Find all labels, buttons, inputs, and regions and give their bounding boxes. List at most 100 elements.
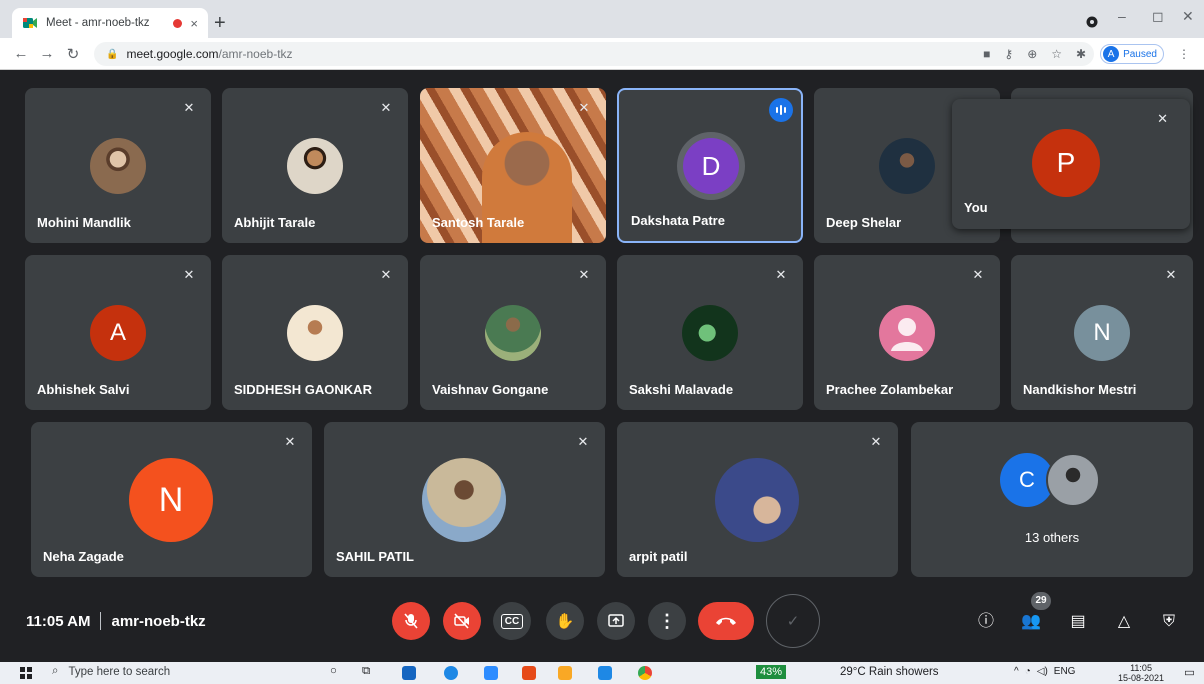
participant-name: Dakshata Patre	[631, 213, 725, 228]
avatar	[879, 305, 935, 361]
participant-tile[interactable]: ✕ Prachee Zolambekar	[814, 255, 1000, 410]
captions-icon: CC	[500, 613, 524, 629]
participant-name: Vaishnav Gongane	[432, 382, 549, 397]
avatar	[287, 138, 343, 194]
meeting-control-bar: 11:05 AM amr-noeb-tkz CC ✋ ⋮ ✓ ⓘ 👥 ▤ △ ⛨	[0, 590, 1204, 652]
bookmark-star-icon[interactable]: ☆	[1051, 47, 1062, 61]
zoom-icon[interactable]: ⊕	[1027, 47, 1037, 61]
notifications-icon[interactable]: ▭	[1184, 665, 1195, 679]
taskbar-clock[interactable]: 11:05 15-08-2021	[1118, 663, 1164, 683]
participant-tile[interactable]: ✕ arpit patil	[617, 422, 898, 577]
participant-name: SAHIL PATIL	[336, 549, 414, 564]
avatar	[287, 305, 343, 361]
speaking-indicator-icon	[769, 98, 793, 122]
chat-icon[interactable]: ▤	[1066, 610, 1090, 634]
reload-icon[interactable]: ↻	[60, 45, 86, 63]
volume-icon[interactable]: ◁)	[1037, 666, 1048, 677]
participant-tile[interactable]: N ✕ Neha Zagade	[31, 422, 312, 577]
participant-video-tile[interactable]: ✕ Santosh Tarale	[420, 88, 606, 243]
recording-dot-icon	[173, 18, 183, 28]
edge-app-icon[interactable]	[444, 666, 458, 680]
people-icon[interactable]: 👥	[1019, 610, 1043, 634]
participant-name: Sakshi Malavade	[629, 382, 734, 397]
avatar	[1046, 453, 1100, 507]
mic-toggle-button[interactable]	[392, 602, 430, 640]
camera-indicator-icon[interactable]: ■	[983, 47, 990, 61]
key-icon[interactable]: ⚷	[1004, 47, 1013, 61]
activities-icon[interactable]: △	[1112, 610, 1136, 634]
file-explorer-icon[interactable]	[558, 666, 572, 680]
participant-tile[interactable]: ✕ Abhijit Tarale	[222, 88, 408, 243]
avatar	[90, 138, 146, 194]
url-path: /amr-noeb-tkz	[218, 47, 293, 61]
menu-kebab-icon[interactable]: ⋮	[1178, 47, 1190, 61]
forward-icon[interactable]: →	[34, 45, 60, 62]
mic-off-icon	[404, 613, 418, 629]
browser-tab-strip: Meet - amr-noeb-tkz × + – ◻ ✕	[0, 0, 1204, 38]
system-tray[interactable]: ^ ◔ ◁) ENG	[1014, 666, 1075, 677]
cortana-icon[interactable]: ○	[330, 665, 337, 677]
minimize-button[interactable]: –	[1118, 8, 1126, 24]
address-bar[interactable]: 🔒 meet.google.com/amr-noeb-tkz	[94, 42, 1094, 66]
meet-favicon-icon	[23, 18, 37, 28]
clock-time: 11:05	[1130, 663, 1152, 673]
search-placeholder: Type here to search	[68, 665, 171, 678]
tab-close-button[interactable]: ×	[190, 16, 198, 31]
meeting-details-icon[interactable]: ⓘ	[974, 610, 998, 634]
profile-button[interactable]: A Paused	[1100, 44, 1164, 64]
mic-off-icon: ✕	[1157, 111, 1168, 126]
participant-tile[interactable]: ✕ Sakshi Malavade	[617, 255, 803, 410]
leave-call-button[interactable]	[698, 602, 754, 640]
participant-tile[interactable]: ✕ Vaishnav Gongane	[420, 255, 606, 410]
participant-name: Nandkishor Mestri	[1023, 382, 1137, 397]
mic-off-icon: ✕	[870, 434, 882, 449]
close-window-button[interactable]: ✕	[1182, 8, 1194, 25]
weather-widget[interactable]: 29°C Rain showers	[840, 666, 939, 678]
profile-avatar: A	[1103, 46, 1120, 62]
browser-tab[interactable]: Meet - amr-noeb-tkz ×	[12, 8, 208, 38]
phone-hangup-icon	[716, 617, 736, 625]
chrome-app-icon[interactable]	[638, 666, 652, 680]
new-tab-button[interactable]: +	[214, 12, 226, 35]
mic-off-icon: ✕	[578, 267, 590, 282]
extensions-icon[interactable]: ✱	[1076, 47, 1086, 61]
store-app-icon[interactable]	[598, 666, 612, 680]
participant-name: arpit patil	[629, 549, 688, 564]
office-app-icon[interactable]	[522, 666, 536, 680]
back-icon[interactable]: ←	[8, 45, 34, 62]
activity-button[interactable]: ✓	[766, 594, 820, 648]
language-indicator[interactable]: ENG	[1054, 666, 1076, 677]
maximize-button[interactable]: ◻	[1152, 8, 1164, 25]
network-icon[interactable]: ◔	[1025, 666, 1031, 677]
more-options-button[interactable]: ⋮	[648, 602, 686, 640]
host-controls-icon[interactable]: ⛨	[1157, 610, 1181, 634]
mail-app-icon[interactable]	[402, 666, 416, 680]
participant-tile[interactable]: ✕ SAHIL PATIL	[324, 422, 605, 577]
chrome-profile-icon[interactable]	[1086, 16, 1098, 28]
url-host: meet.google.com	[126, 47, 219, 61]
meeting-time: 11:05 AM	[26, 612, 91, 630]
participant-tile[interactable]: A ✕ Abhishek Salvi	[25, 255, 211, 410]
present-screen-button[interactable]	[597, 602, 635, 640]
zoom-app-icon[interactable]	[484, 666, 498, 680]
windows-taskbar: ⌕ Type here to search ○ ⧉ 43% 29°C Rain …	[0, 662, 1204, 684]
mic-off-icon: ✕	[578, 100, 590, 115]
chevron-up-icon[interactable]: ^	[1014, 666, 1019, 677]
participant-tile[interactable]: ✕ SIDDHESH GAONKAR	[222, 255, 408, 410]
participant-tile[interactable]: ✕ Mohini Mandlik	[25, 88, 211, 243]
battery-indicator[interactable]: 43%	[756, 665, 787, 679]
others-avatar-group: C	[1000, 453, 1100, 507]
mic-off-icon: ✕	[284, 434, 296, 449]
participant-name: Prachee Zolambekar	[826, 382, 954, 397]
raise-hand-button[interactable]: ✋	[546, 602, 584, 640]
participant-tile-speaking[interactable]: D Dakshata Patre	[617, 88, 803, 243]
participant-tile[interactable]: N ✕ Nandkishor Mestri	[1011, 255, 1193, 410]
windows-start-icon[interactable]	[20, 667, 32, 679]
mic-off-icon: ✕	[775, 267, 787, 282]
task-view-icon[interactable]: ⧉	[362, 665, 370, 678]
camera-toggle-button[interactable]	[443, 602, 481, 640]
taskbar-search[interactable]: ⌕ Type here to search	[52, 665, 170, 678]
self-view-tile[interactable]: P ✕ You	[952, 99, 1190, 229]
captions-button[interactable]: CC	[493, 602, 531, 640]
self-label: You	[964, 200, 988, 215]
